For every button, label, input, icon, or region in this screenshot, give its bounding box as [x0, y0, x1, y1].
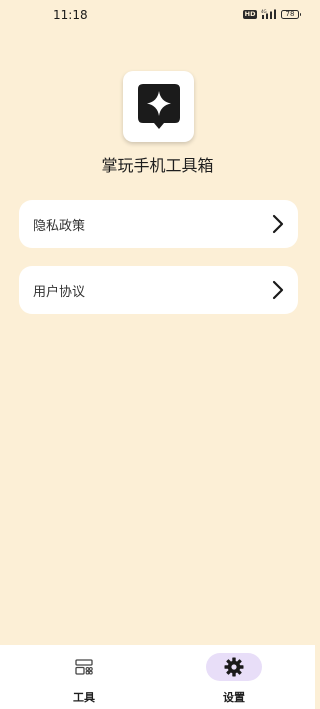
settings-active-pill [206, 653, 262, 681]
user-agreement-item[interactable]: 用户协议 [19, 266, 298, 314]
nav-label-tools: 工具 [73, 691, 95, 704]
status-indicators: HD 4G 78 [243, 9, 301, 19]
status-bar: 11:18 HD 4G 78 [0, 0, 315, 32]
privacy-policy-item[interactable]: 隐私政策 [19, 200, 298, 248]
nav-tab-tools[interactable]: 工具 [44, 653, 124, 707]
sparkle-badge-icon [137, 83, 180, 129]
gear-icon [224, 657, 244, 677]
nav-tab-settings[interactable]: 设置 [194, 653, 274, 707]
status-time: 11:18 [53, 8, 88, 22]
chevron-right-icon [272, 214, 284, 234]
privacy-policy-label: 隐私政策 [33, 218, 86, 234]
user-agreement-label: 用户协议 [33, 284, 86, 300]
network-type-label: 4G [261, 9, 267, 14]
cellular-signal-icon: 4G [261, 9, 276, 19]
app-title: 掌玩手机工具箱 [101, 156, 214, 175]
nav-label-settings: 设置 [223, 691, 245, 704]
bottom-navigation: 工具 设置 [0, 645, 315, 709]
tools-icon [75, 659, 93, 675]
battery-indicator: 78 [281, 9, 301, 19]
app-icon [123, 71, 194, 142]
hd-badge: HD [243, 9, 257, 19]
chevron-right-icon [272, 280, 284, 300]
tools-icon-holder [56, 653, 112, 681]
